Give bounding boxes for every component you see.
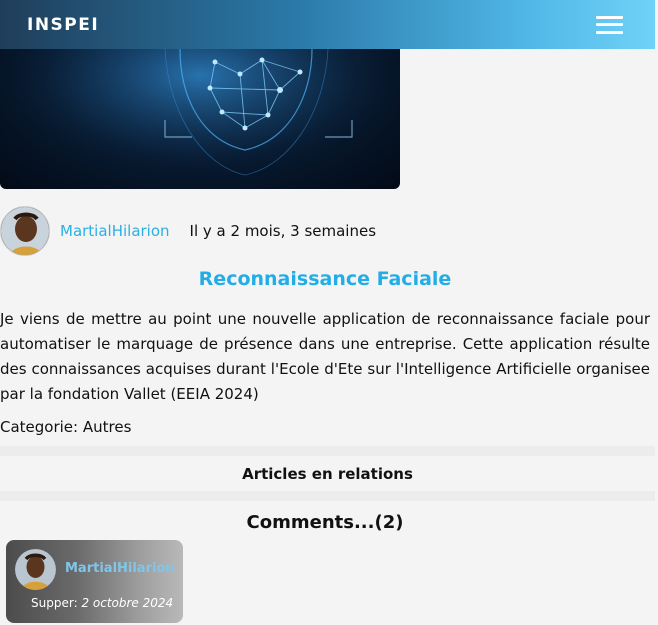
post-category: Categorie: Autres [0, 418, 132, 436]
post-title: Reconnaissance Faciale [198, 268, 452, 290]
post-meta: MartialHilarion Il y a 2 mois, 3 semaine… [0, 205, 658, 257]
related-section: Articles en relations [0, 446, 655, 501]
comment-date-prefix: Supper: [31, 596, 78, 610]
brand-logo[interactable]: INSPEI [27, 15, 99, 35]
avatar-portrait [1, 207, 49, 255]
post-time: Il y a 2 mois, 3 semaines [189, 222, 377, 240]
menu-bar [596, 23, 623, 26]
author-link[interactable]: MartialHilarion [60, 222, 170, 240]
top-navbar: INSPEI [0, 0, 655, 49]
comment-avatar [15, 549, 56, 590]
comment-card[interactable]: MartialHilarion Supper: 2 octobre 2024 [6, 540, 183, 623]
menu-bar [596, 15, 623, 19]
avatar-portrait [15, 549, 56, 590]
menu-bar [596, 30, 623, 34]
related-articles-heading: Articles en relations [0, 456, 655, 491]
comments-heading: Comments...(2) [246, 512, 404, 533]
comment-author[interactable]: MartialHilarion [65, 561, 175, 576]
post-body: Je viens de mettre au point une nouvelle… [0, 310, 650, 403]
hamburger-menu-icon[interactable] [596, 15, 623, 34]
comment-date-value: 2 octobre 2024 [81, 596, 174, 610]
comment-date: Supper: 2 octobre 2024 [31, 596, 173, 610]
author-avatar[interactable] [0, 206, 50, 256]
